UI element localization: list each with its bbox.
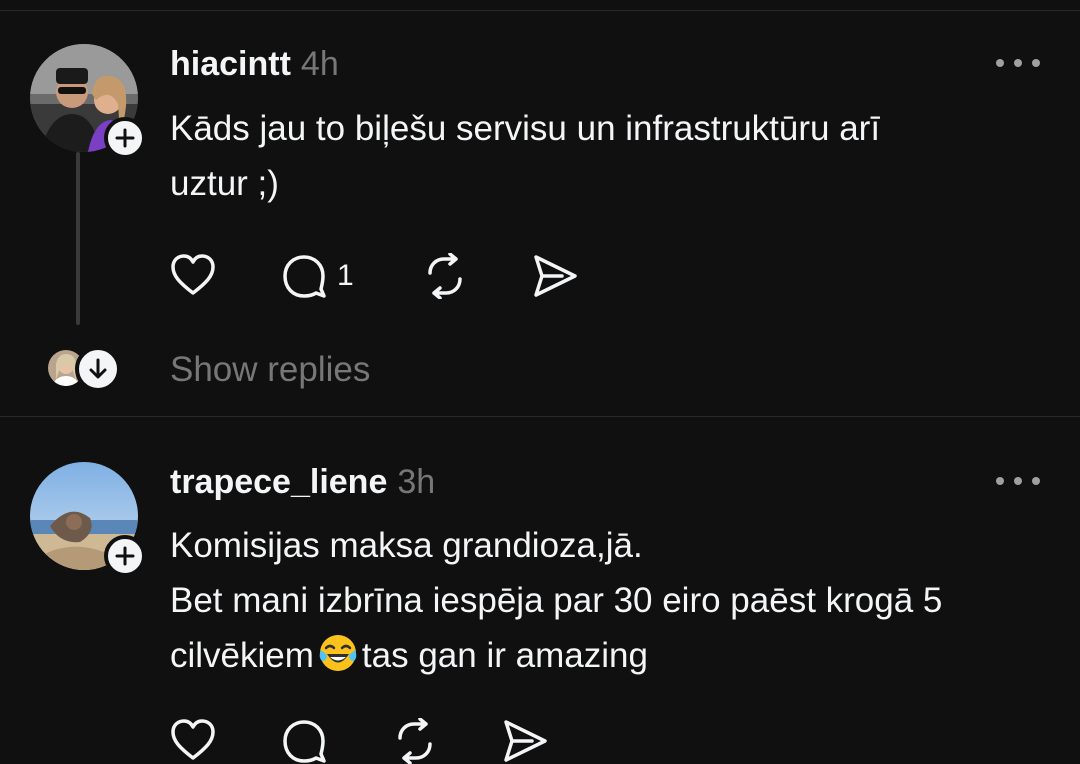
post-text-line: Komisijas maksa grandioza,jā.: [170, 526, 643, 565]
heart-icon: [171, 254, 215, 295]
post-text-line: Bet mani izbrīna iespēja par 30 eiro paē…: [170, 581, 943, 620]
repost-icon: [428, 253, 462, 299]
post-divider: [0, 416, 1080, 417]
post-text: Komisijas maksa grandioza,jā. Bet mani i…: [170, 518, 1050, 689]
send-icon: [534, 255, 577, 297]
timestamp: 3h: [397, 463, 436, 501]
repost-icon: [398, 718, 432, 764]
like-button[interactable]: [170, 253, 216, 297]
post-text-line: cilvēkiem tas gan ir amazing: [170, 628, 1050, 689]
timestamp: 4h: [300, 45, 339, 83]
send-icon: [504, 720, 547, 762]
laughing-tears-emoji-icon: [318, 633, 358, 689]
expand-replies-button[interactable]: [75, 346, 121, 392]
post-text-line: Kāds jau to biļešu servisu un infrastruk…: [170, 109, 881, 148]
comment-icon: [283, 720, 326, 763]
share-button[interactable]: [502, 718, 548, 764]
reply-button[interactable]: [281, 718, 327, 764]
username[interactable]: hiacintt 4h: [170, 44, 339, 84]
comment-icon: [283, 255, 326, 298]
like-button[interactable]: [170, 718, 216, 762]
repost-button[interactable]: [422, 253, 468, 299]
arrow-down-icon: [89, 358, 107, 379]
show-replies-link[interactable]: Show replies: [170, 350, 370, 390]
thread-line: [76, 152, 80, 325]
follow-plus-button[interactable]: [104, 535, 146, 577]
reply-button[interactable]: 1: [281, 253, 354, 299]
post-text: Kāds jau to biļešu servisu un infrastruk…: [170, 101, 1050, 211]
repost-button[interactable]: [392, 718, 438, 764]
reply-count: 1: [337, 259, 354, 292]
more-options-icon[interactable]: [996, 475, 1040, 487]
share-button[interactable]: [532, 253, 578, 299]
top-divider: [0, 10, 1080, 11]
plus-icon: [115, 128, 135, 148]
username[interactable]: trapece_liene 3h: [170, 462, 435, 502]
username-text[interactable]: hiacintt: [170, 45, 291, 83]
heart-icon: [171, 719, 215, 760]
post-text-line: uztur ;): [170, 164, 279, 203]
username-text[interactable]: trapece_liene: [170, 463, 387, 501]
follow-plus-button[interactable]: [104, 117, 146, 159]
plus-icon: [115, 546, 135, 566]
more-options-icon[interactable]: [996, 57, 1040, 69]
